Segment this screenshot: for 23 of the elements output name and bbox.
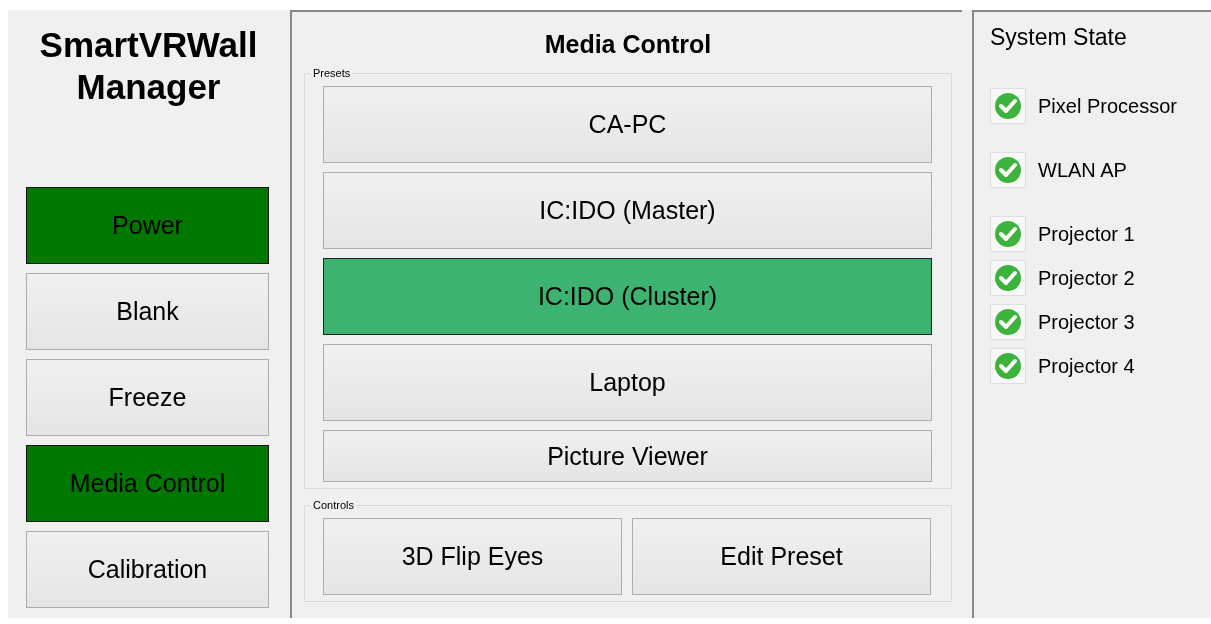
sidebar-button[interactable]: Media Control [26, 445, 269, 522]
status-label: WLAN AP [1038, 158, 1127, 182]
status-label: Projector 2 [1038, 266, 1135, 290]
status-label: Projector 4 [1038, 354, 1135, 378]
preset-button[interactable]: IC:IDO (Master) [323, 172, 932, 249]
panel-title: Media Control [543, 30, 713, 59]
preset-button[interactable]: Picture Viewer [323, 430, 932, 482]
group-label: Presets [312, 67, 352, 79]
preset-button[interactable]: Laptop [323, 344, 932, 421]
preset-button[interactable]: IC:IDO (Cluster) [323, 258, 932, 335]
control-button[interactable]: 3D Flip Eyes [323, 518, 622, 595]
sidebar-button[interactable]: Calibration [26, 531, 269, 608]
status-label: Pixel Processor [1038, 94, 1177, 118]
control-button[interactable]: Edit Preset [632, 518, 931, 595]
sidebar-button[interactable]: Power [26, 187, 269, 264]
group-label: Controls [312, 499, 355, 511]
status-label: Projector 1 [1038, 222, 1135, 246]
status-label: Projector 3 [1038, 310, 1135, 334]
sidebar-button[interactable]: Freeze [26, 359, 269, 436]
panel-title: System State [990, 24, 1128, 51]
sidebar-button[interactable]: Blank [26, 273, 269, 350]
preset-button[interactable]: CA-PC [323, 86, 932, 163]
app-title: SmartVRWall Manager [38, 24, 259, 108]
